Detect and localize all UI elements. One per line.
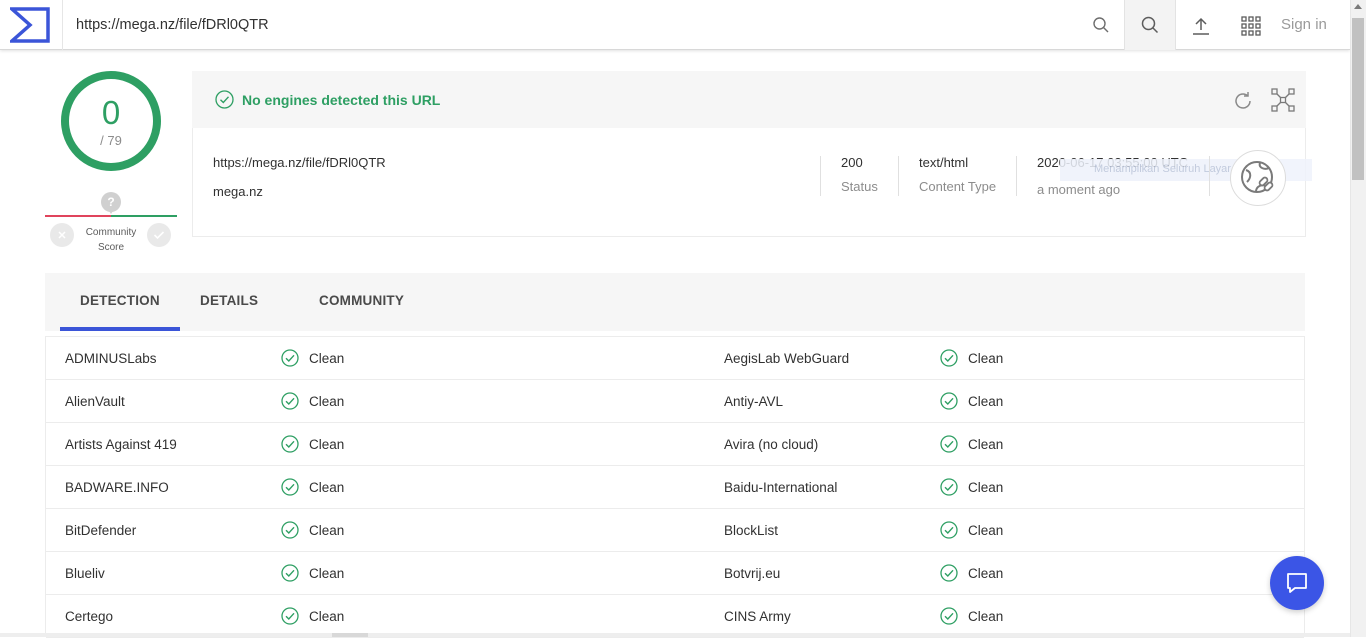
vote-malicious-button[interactable] xyxy=(50,223,74,247)
chat-icon xyxy=(1287,573,1307,593)
engine-name: Avira (no cloud) xyxy=(724,437,819,452)
search-icon[interactable] xyxy=(1092,16,1110,34)
check-circle-icon xyxy=(281,349,299,367)
check-circle-icon xyxy=(281,607,299,625)
sign-in-link[interactable]: Sign in xyxy=(1281,16,1327,33)
engine-result: Clean xyxy=(309,437,345,452)
check-circle-icon xyxy=(281,521,299,539)
engine-result: Clean xyxy=(968,609,1004,624)
reload-icon[interactable] xyxy=(1232,90,1254,112)
scanned-domain[interactable]: mega.nz xyxy=(213,184,263,199)
table-row: BitDefender Clean BlockList Clean xyxy=(46,509,1304,552)
engine-result: Clean xyxy=(968,480,1004,495)
community-score-pointer xyxy=(107,208,115,214)
tab-community[interactable]: COMMUNITY xyxy=(319,293,404,308)
http-status-value: 200 xyxy=(841,155,863,170)
engine-result: Clean xyxy=(309,566,345,581)
divider xyxy=(898,156,899,196)
http-status-label: Status xyxy=(841,179,878,194)
engine-name: AegisLab WebGuard xyxy=(724,351,850,366)
engine-result: Clean xyxy=(309,351,345,366)
url-globe-badge xyxy=(1230,150,1286,206)
engine-name: Artists Against 419 xyxy=(65,437,177,452)
horizontal-scrollbar[interactable] xyxy=(0,633,1350,637)
divider xyxy=(1016,156,1017,196)
check-circle-icon xyxy=(281,564,299,582)
engine-result: Clean xyxy=(968,437,1004,452)
engine-name: Antiy-AVL xyxy=(724,394,784,409)
detection-count: 0 xyxy=(101,94,121,131)
table-row: Artists Against 419 Clean Avira (no cloud)… xyxy=(46,423,1304,466)
engine-name: ADMINUSLabs xyxy=(65,351,157,366)
scroll-up-icon[interactable] xyxy=(1354,4,1362,9)
table-row: AlienVault Clean Antiy-AVL Clean xyxy=(46,380,1304,423)
scrollbar-thumb[interactable] xyxy=(1352,18,1364,180)
upload-icon xyxy=(1193,17,1209,35)
check-icon xyxy=(153,231,165,240)
engine-name: Baidu-International xyxy=(724,480,838,495)
engine-name: Botvrij.eu xyxy=(724,566,781,581)
engine-name: Certego xyxy=(65,609,114,624)
table-row: Certego Clean CINS Army Clean xyxy=(46,595,1304,638)
engine-name: BitDefender xyxy=(65,523,137,538)
apps-grid-icon xyxy=(1241,16,1261,36)
check-circle-icon xyxy=(940,521,958,539)
upload-button[interactable] xyxy=(1186,13,1216,39)
engine-name: BADWARE.INFO xyxy=(65,480,169,495)
globe-link-icon xyxy=(1241,161,1274,193)
graph-icon[interactable] xyxy=(1271,88,1295,112)
engine-result: Clean xyxy=(309,609,345,624)
table-row: ADMINUSLabs Clean AegisLab WebGuard Clean xyxy=(46,337,1304,380)
community-score-label: Community Score xyxy=(85,227,137,253)
tab-details[interactable]: DETAILS xyxy=(200,293,258,308)
community-bar-malicious xyxy=(45,215,111,217)
divider xyxy=(1209,156,1210,196)
check-circle-icon xyxy=(281,435,299,453)
check-circle-icon xyxy=(940,564,958,582)
table-row: Blueliv Clean Botvrij.eu Clean xyxy=(46,552,1304,595)
engine-name: AlienVault xyxy=(65,394,125,409)
analysis-date-relative: a moment ago xyxy=(1037,182,1121,197)
horizontal-scrollbar-thumb[interactable] xyxy=(332,633,368,637)
scanned-url: https://mega.nz/file/fDRl0QTR xyxy=(213,155,386,170)
check-circle-icon xyxy=(940,435,958,453)
engine-result: Clean xyxy=(309,394,345,409)
detection-status-message: No engines detected this URL xyxy=(242,92,441,108)
check-circle-icon xyxy=(281,392,299,410)
check-circle-icon xyxy=(940,607,958,625)
close-icon xyxy=(58,231,66,239)
check-circle-icon xyxy=(281,478,299,496)
engine-result: Clean xyxy=(309,480,345,495)
search-input[interactable] xyxy=(62,0,1124,50)
divider xyxy=(820,156,821,196)
check-circle-icon xyxy=(940,392,958,410)
engine-result: Clean xyxy=(968,566,1004,581)
content-type-value: text/html xyxy=(919,155,969,170)
engine-name: CINS Army xyxy=(724,609,791,624)
table-row: BADWARE.INFO Clean Baidu-International Clea… xyxy=(46,466,1304,509)
engine-result: Clean xyxy=(968,351,1004,366)
engine-name: BlockList xyxy=(724,523,779,538)
check-circle-icon xyxy=(940,478,958,496)
apps-button[interactable] xyxy=(1238,13,1264,39)
engine-result: Clean xyxy=(968,394,1004,409)
virustotal-logo-icon[interactable] xyxy=(10,7,50,43)
tab-detection[interactable]: DETECTION xyxy=(80,293,160,308)
content-type-label: Content Type xyxy=(919,179,997,194)
engine-name: Blueliv xyxy=(65,566,105,581)
check-circle-icon xyxy=(215,90,234,109)
search-icon xyxy=(1141,16,1159,34)
engine-total: / 79 xyxy=(100,133,122,148)
chat-button[interactable] xyxy=(1270,556,1324,610)
active-tab-indicator xyxy=(60,327,180,331)
search-button[interactable] xyxy=(1124,0,1176,50)
engine-result: Clean xyxy=(309,523,345,538)
engine-result: Clean xyxy=(968,523,1004,538)
community-bar-harmless xyxy=(111,215,177,217)
vote-harmless-button[interactable] xyxy=(147,223,171,247)
check-circle-icon xyxy=(940,349,958,367)
